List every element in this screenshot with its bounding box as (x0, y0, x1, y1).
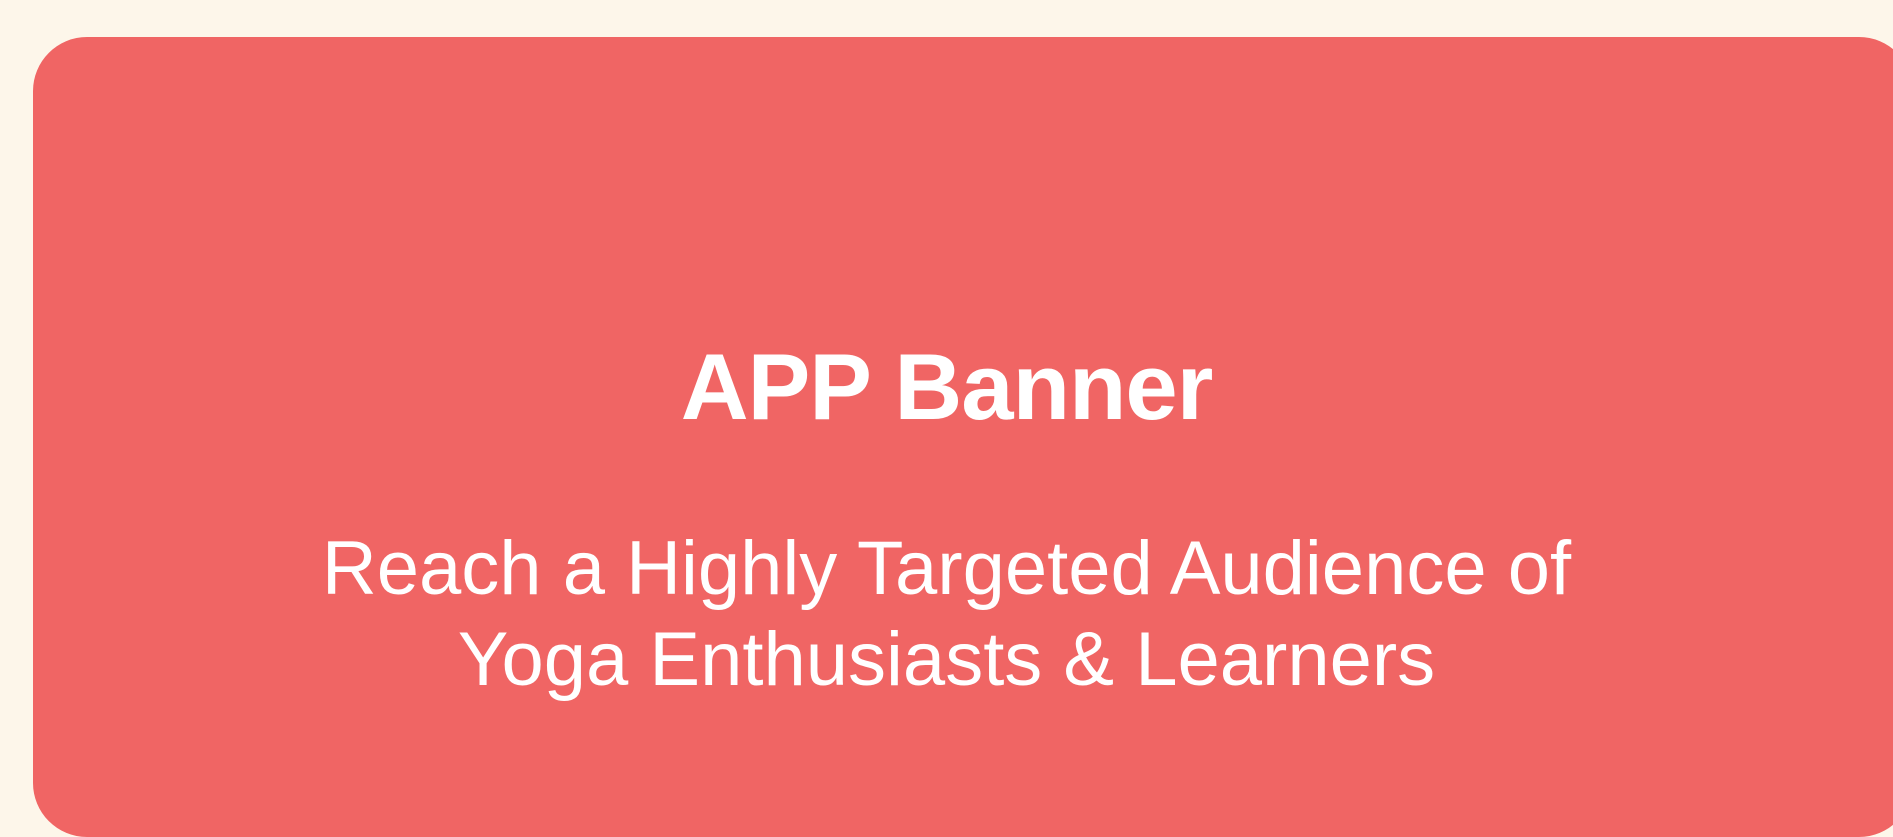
banner-subtitle-line-2: Yoga Enthusiasts & Learners (457, 617, 1436, 702)
app-banner-content: APP Banner Reach a Highly Targeted Audie… (0, 37, 1893, 786)
banner-subtitle: Reach a Highly Targeted Audience of Yoga… (0, 523, 1893, 705)
banner-subtitle-line-1: Reach a Highly Targeted Audience of (321, 526, 1572, 611)
banner-title: APP Banner (680, 334, 1214, 439)
